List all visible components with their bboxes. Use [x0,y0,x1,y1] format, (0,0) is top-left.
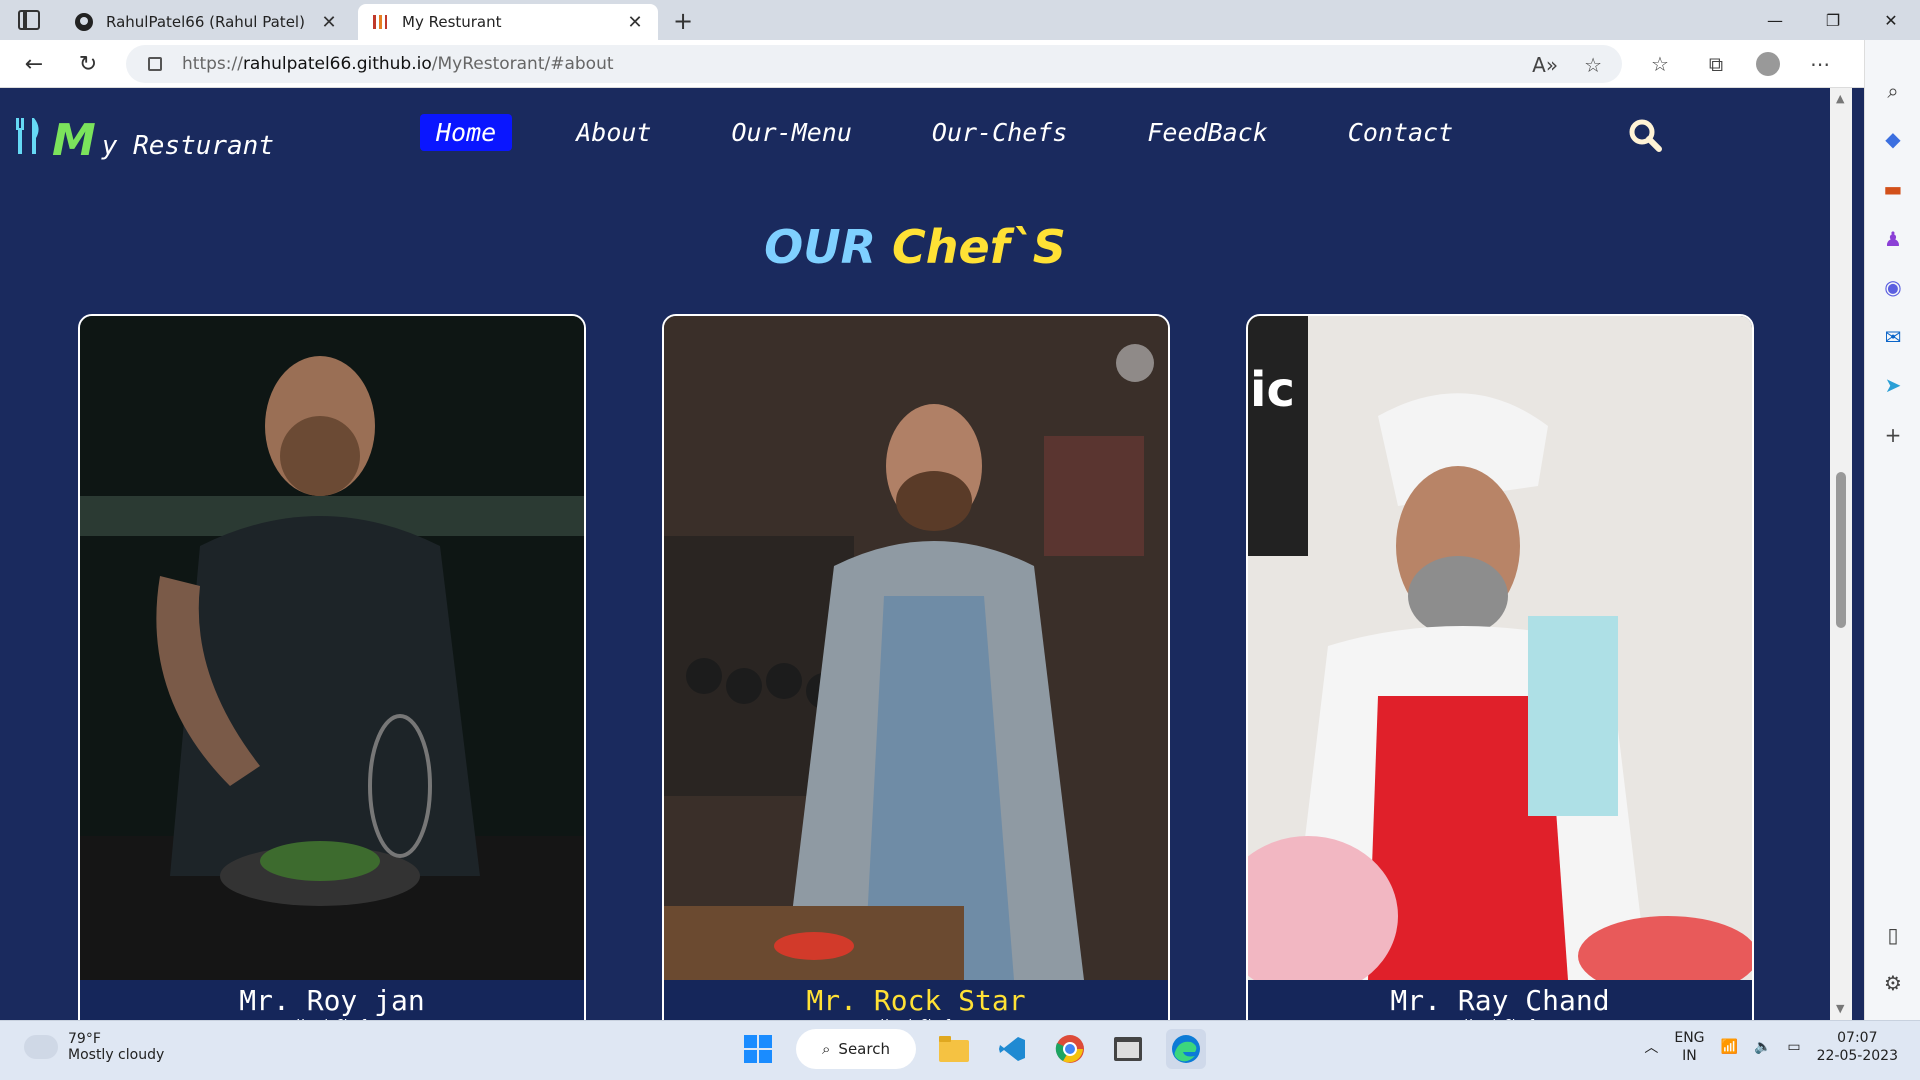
chef-name: Mr. Rock Star [806,984,1026,1017]
chef-card: ic Mr. Ray Chand Head Chef [1246,314,1754,1020]
scroll-down-icon[interactable]: ▼ [1836,1002,1844,1015]
url-path: /MyRestorant/#about [431,54,614,74]
minimize-button[interactable]: — [1746,0,1804,40]
tab-restaurant[interactable]: My Resturant ✕ [358,4,658,40]
tools-icon[interactable]: ▬ [1878,174,1908,204]
nav-our-menu[interactable]: Our-Menu [715,114,867,151]
weather-widget[interactable]: 79°F Mostly cloudy [18,1027,165,1063]
chef-name: Mr. Ray Chand [1390,984,1610,1017]
windows-taskbar: 79°F Mostly cloudy ⌕ Search ︿ ENG IN 📶 🔈… [0,1020,1920,1080]
page-scrollbar[interactable]: ▲ ▼ [1830,88,1852,1020]
chrome-icon[interactable] [1050,1029,1090,1069]
clock-time: 07:07 [1837,1030,1878,1046]
github-icon [74,12,94,32]
chef-photo [664,316,1168,980]
nav-about[interactable]: About [560,114,667,151]
wifi-icon[interactable]: 📶 [1721,1039,1738,1055]
lang-code: ENG [1674,1030,1705,1046]
url-field[interactable]: https://rahulpatel66.github.io/MyRestora… [126,45,1622,83]
clock-date: 22-05-2023 [1816,1048,1898,1064]
collections-icon[interactable]: ⧉ [1700,48,1732,80]
vscode-icon[interactable] [992,1029,1032,1069]
outlook-icon[interactable]: ✉ [1878,322,1908,352]
url-actions: A» ☆ [1532,53,1602,77]
windows-start-icon[interactable] [738,1029,778,1069]
clock[interactable]: 07:07 22-05-2023 [1817,1029,1898,1065]
weather-condition: Mostly cloudy [68,1047,165,1063]
add-favorite-icon[interactable]: ☆ [1584,53,1602,77]
shopping-icon[interactable]: ◆ [1878,124,1908,154]
terminal-app-icon[interactable] [1108,1029,1148,1069]
profile-avatar[interactable] [1756,52,1780,76]
browser-toolbar: ☆ ⧉ ⋯ b [1644,48,1892,80]
read-aloud-icon[interactable]: A» [1532,53,1558,77]
chef-name: Mr. Roy jan [239,984,425,1017]
url-domain: rahulpatel66.github.io [242,54,432,74]
restaurant-favicon-icon [370,12,390,32]
language-indicator[interactable]: ENG IN [1674,1029,1704,1065]
office-icon[interactable]: ◉ [1878,272,1908,302]
back-button[interactable]: ← [18,48,50,80]
tab-github[interactable]: RahulPatel66 (Rahul Patel) ✕ [62,4,352,40]
volume-icon[interactable]: 🔈 [1754,1039,1771,1055]
weather-temp: 79°F [68,1031,101,1047]
taskbar-search-label: Search [838,1040,890,1058]
add-sidebar-app-icon[interactable]: + [1878,420,1908,450]
more-menu-icon[interactable]: ⋯ [1804,48,1836,80]
nav-feedback[interactable]: FeedBack [1131,114,1283,151]
taskbar-apps: ⌕ Search [738,1029,1206,1069]
section-title: OUR Chef`S [0,220,1830,274]
title-part-1: OUR [764,220,876,274]
close-window-button[interactable]: ✕ [1862,0,1920,40]
search-sidebar-icon[interactable]: ⌕ [1878,76,1908,106]
tab-label: My Resturant [402,13,502,31]
nav-home[interactable]: Home [420,114,513,151]
system-tray: ︿ ENG IN 📶 🔈 ▭ 07:07 22-05-2023 [1644,1029,1898,1065]
edge-sidebar: ⌕ ◆ ▬ ♟ ◉ ✉ ➤ + ▯ ⚙ [1864,40,1920,1020]
title-part-2: Chef`S [892,220,1066,274]
webpage: M y Resturant Home About Our-Menu Our-Ch… [0,88,1830,1020]
chef-card: Mr. Roy jan Head Chef [78,314,586,1020]
file-explorer-icon[interactable] [934,1029,974,1069]
main-nav: Home About Our-Menu Our-Chefs FeedBack C… [420,114,1517,151]
restore-button[interactable]: ❐ [1804,0,1862,40]
region-code: IN [1682,1048,1697,1064]
new-tab-button[interactable]: + [666,4,700,38]
chef-photo [80,316,584,980]
taskbar-search[interactable]: ⌕ Search [796,1029,916,1069]
tab-actions-icon[interactable] [18,10,40,30]
address-toolbar: ← ↻ https://rahulpatel66.github.io/MyRes… [0,40,1920,88]
nav-contact[interactable]: Contact [1332,114,1469,151]
window-controls: — ❐ ✕ [1746,0,1920,40]
search-icon: ⌕ [822,1040,831,1058]
favorites-icon[interactable]: ☆ [1644,48,1676,80]
close-tab-icon[interactable]: ✕ [318,12,340,33]
lock-icon [148,57,162,71]
scroll-thumb[interactable] [1836,472,1846,628]
logo-text: y Resturant [101,131,274,161]
edge-icon[interactable] [1166,1029,1206,1069]
search-icon[interactable] [1628,118,1662,152]
chef-photo: ic [1248,316,1752,980]
cloud-icon [18,1027,58,1059]
scroll-up-icon[interactable]: ▲ [1836,92,1844,105]
refresh-button[interactable]: ↻ [72,48,104,80]
site-logo[interactable]: M y Resturant [14,116,274,163]
url-prefix: https:// [182,54,243,74]
nav-our-chefs[interactable]: Our-Chefs [916,114,1083,151]
close-tab-icon[interactable]: ✕ [624,12,646,33]
battery-icon[interactable]: ▭ [1787,1039,1800,1055]
sidebar-layout-icon[interactable]: ▯ [1878,920,1908,950]
visual-search-icon[interactable] [1116,344,1154,382]
fork-knife-icon [14,116,44,163]
tab-label: RahulPatel66 (Rahul Patel) [106,13,305,31]
chef-card: Mr. Rock Star Head Chef [662,314,1170,1020]
show-hidden-icons[interactable]: ︿ [1644,1037,1658,1057]
browser-tab-bar: RahulPatel66 (Rahul Patel) ✕ My Resturan… [0,0,1920,40]
games-icon[interactable]: ♟ [1878,224,1908,254]
settings-gear-icon[interactable]: ⚙ [1878,968,1908,998]
svg-text:ic: ic [1250,362,1295,418]
logo-letter: M [52,115,96,166]
telegram-icon[interactable]: ➤ [1878,370,1908,400]
